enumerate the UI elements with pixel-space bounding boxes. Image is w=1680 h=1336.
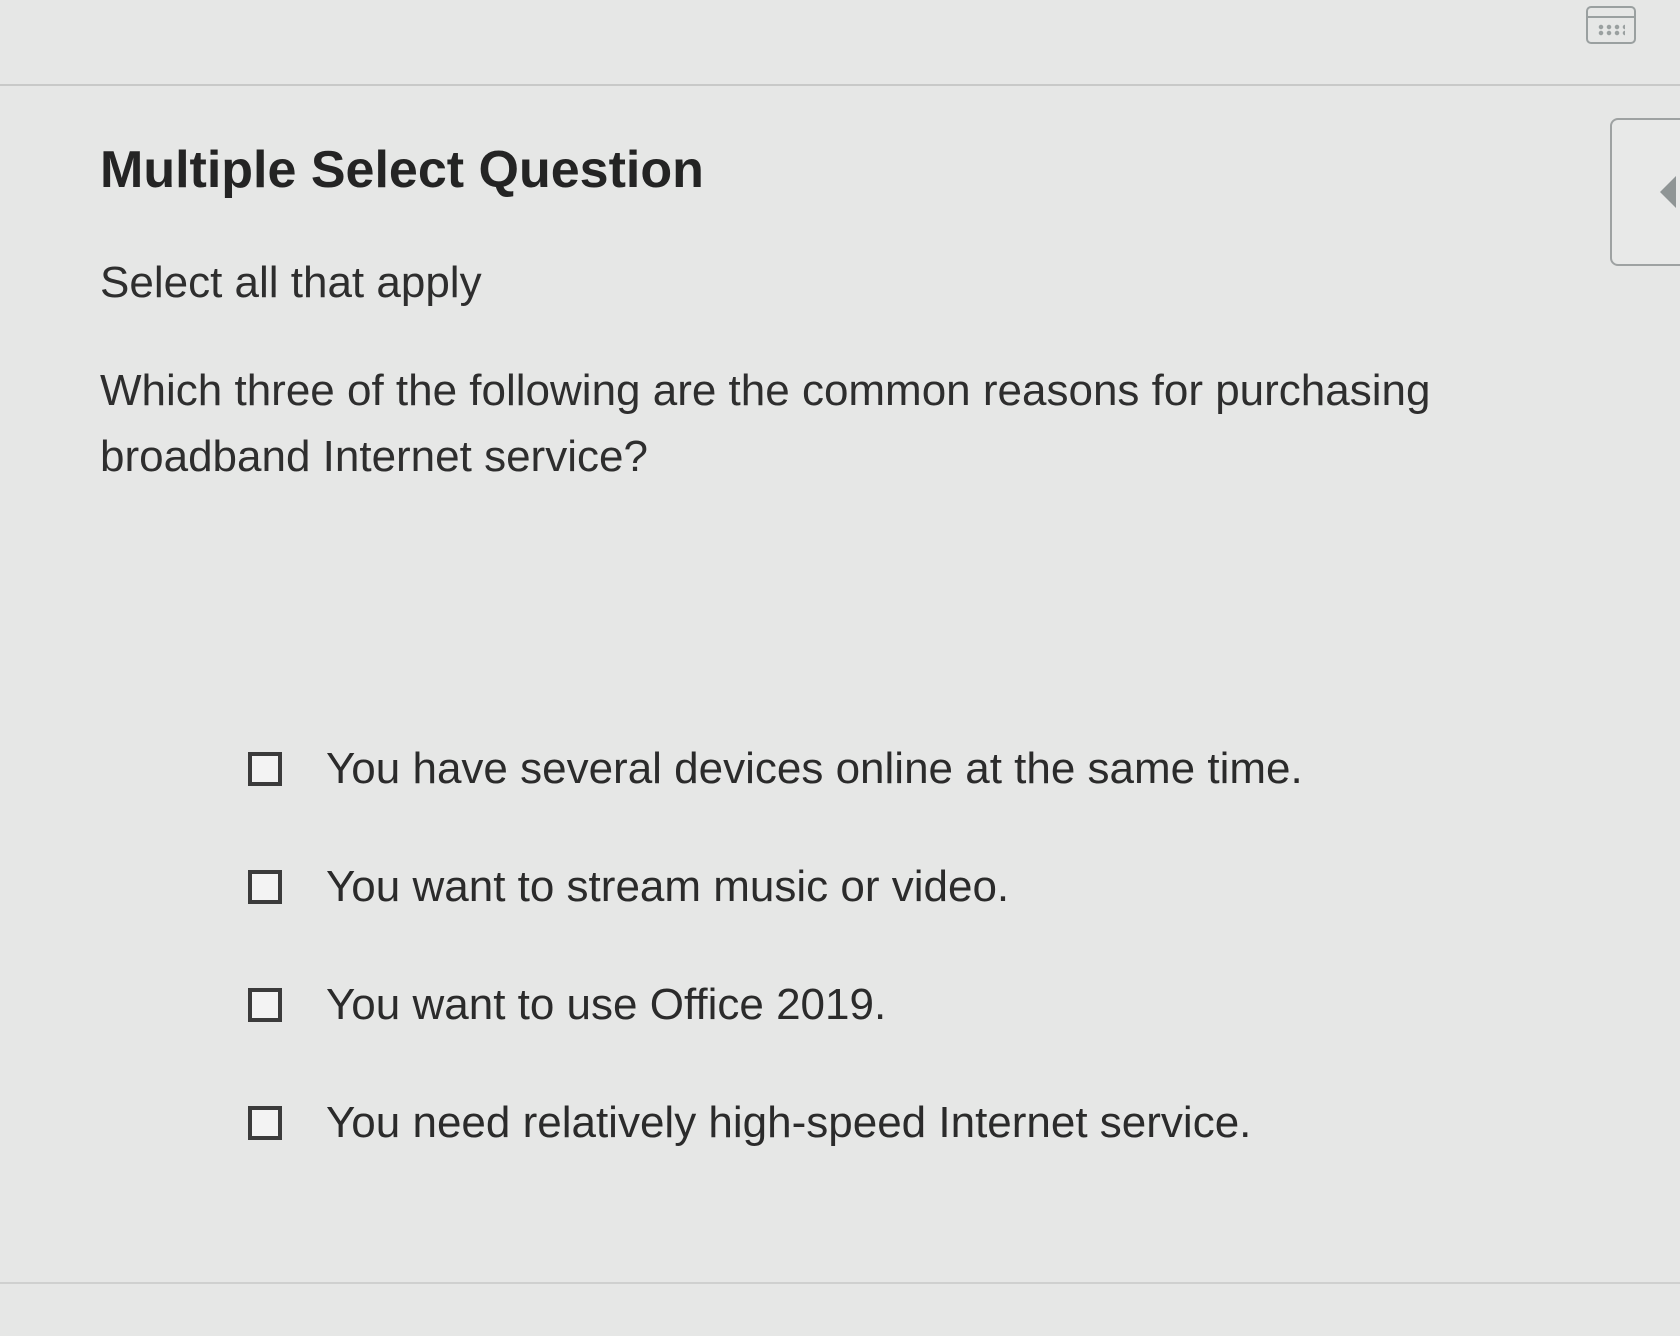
page-title: Multiple Select Question	[100, 141, 704, 199]
checkbox[interactable]	[248, 1106, 282, 1140]
answer-option-1[interactable]: You have several devices online at the s…	[248, 710, 1548, 828]
checkbox[interactable]	[248, 870, 282, 904]
option-label: You want to use Office 2019.	[326, 980, 887, 1029]
top-divider	[0, 84, 1680, 86]
side-panel-button[interactable]	[1610, 118, 1680, 266]
option-label: You have several devices online at the s…	[326, 744, 1303, 793]
arrow-left-icon	[1660, 176, 1676, 208]
answer-option-3[interactable]: You want to use Office 2019.	[248, 946, 1548, 1064]
checkbox[interactable]	[248, 988, 282, 1022]
option-label: You need relatively high-speed Internet …	[326, 1098, 1252, 1147]
option-label: You want to stream music or video.	[326, 862, 1010, 911]
bottom-divider	[0, 1282, 1680, 1284]
answer-option-4[interactable]: You need relatively high-speed Internet …	[248, 1064, 1548, 1182]
answer-option-2[interactable]: You want to stream music or video.	[248, 828, 1548, 946]
checkbox[interactable]	[248, 752, 282, 786]
answer-options: You have several devices online at the s…	[248, 710, 1548, 1182]
instruction-text: Select all that apply	[100, 258, 482, 307]
question-text: Which three of the following are the com…	[100, 366, 1431, 481]
question-content: Multiple Select Question Select all that…	[100, 140, 1560, 490]
calendar-icon[interactable]	[1586, 6, 1636, 44]
